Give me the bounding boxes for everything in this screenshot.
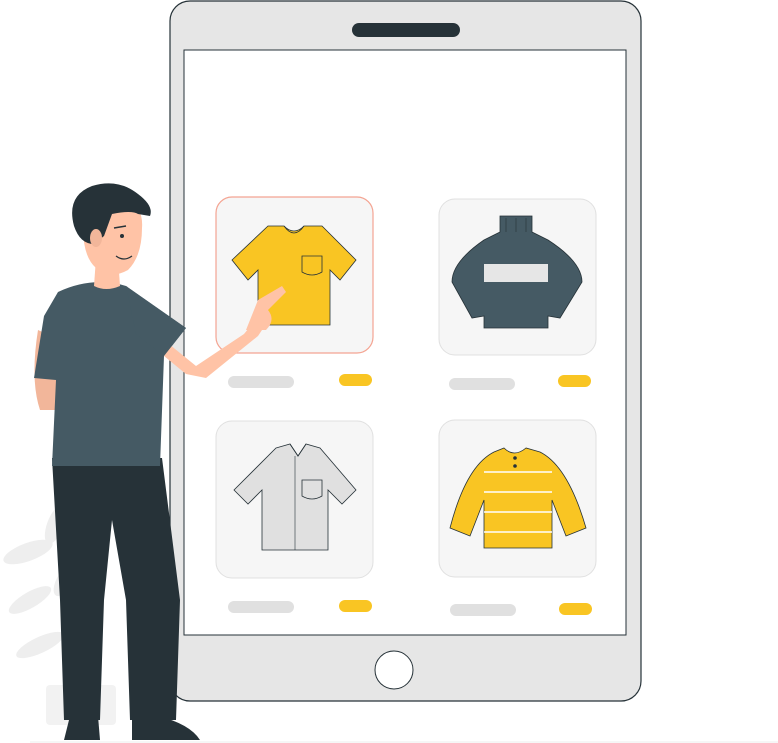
buy-tag-3[interactable] xyxy=(339,600,372,612)
product-card-grey-shirt[interactable] xyxy=(215,420,374,579)
tablet-speaker xyxy=(352,23,460,37)
illustration xyxy=(0,0,778,743)
home-button-icon[interactable] xyxy=(374,650,414,690)
price-placeholder-4 xyxy=(450,604,516,616)
torso-shirt xyxy=(34,282,186,466)
ear xyxy=(90,229,102,247)
buy-tag-4[interactable] xyxy=(559,603,592,615)
product-card-yellow-tshirt[interactable] xyxy=(215,196,374,354)
product-card-yellow-striped-sweater[interactable] xyxy=(438,419,597,578)
shopping-illustration xyxy=(3,0,778,743)
price-placeholder-2 xyxy=(449,378,515,390)
buy-tag-1[interactable] xyxy=(339,374,372,386)
buy-tag-2[interactable] xyxy=(558,375,591,387)
price-placeholder-3 xyxy=(228,601,294,613)
product-card-dark-sweater[interactable] xyxy=(438,198,597,356)
trousers xyxy=(52,458,180,720)
eye xyxy=(120,234,124,238)
price-placeholder-1 xyxy=(228,376,294,388)
